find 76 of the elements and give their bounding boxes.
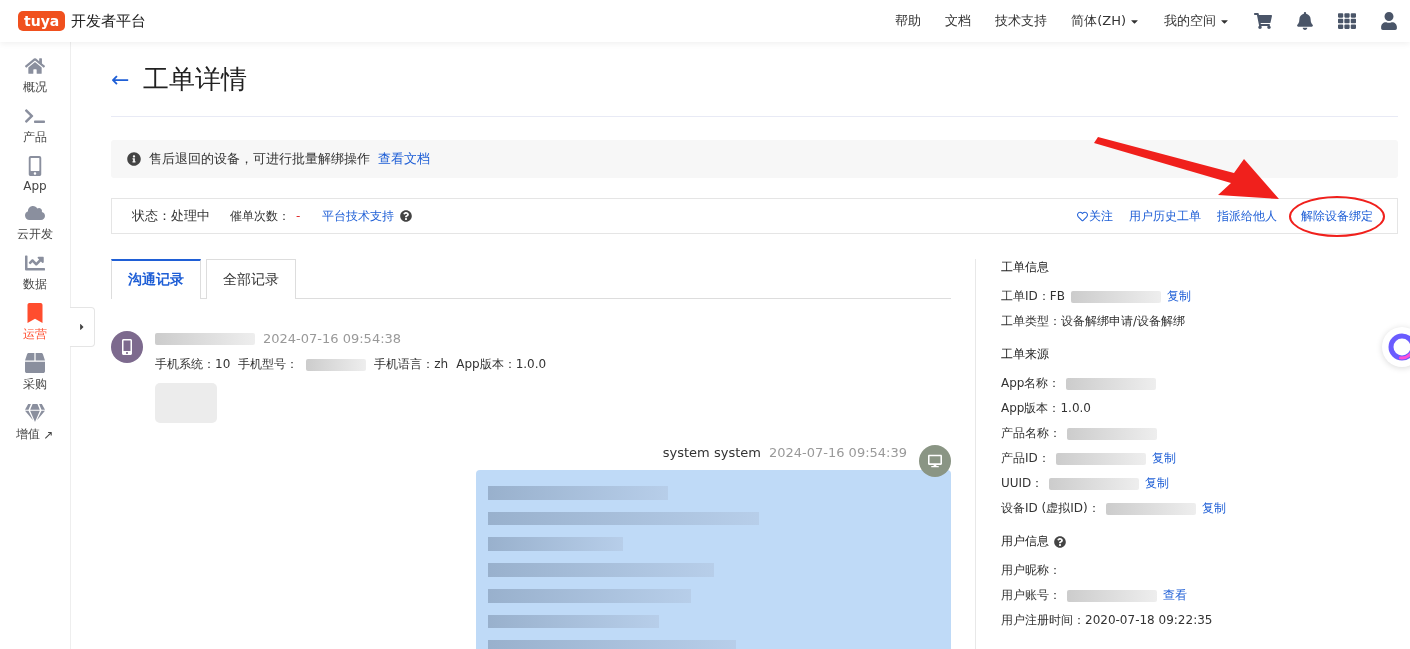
detail-field: 用户账号： — [1001, 587, 1061, 604]
sidebar-item[interactable]: 概况 — [5, 56, 65, 96]
device-info: 手机型号： — [238, 356, 299, 373]
tab[interactable]: 全部记录 — [206, 259, 296, 299]
detail-link[interactable]: 复制 — [1151, 450, 1176, 467]
action-link[interactable]: 指派给他人 — [1217, 207, 1277, 225]
sidebar-item[interactable]: 运营 — [5, 303, 65, 343]
detail-field: 用户昵称： — [1001, 562, 1061, 579]
phone-avatar-icon — [111, 331, 143, 363]
action-link[interactable]: 关注 — [1077, 207, 1113, 225]
sidebar-item[interactable]: 采购 — [5, 353, 65, 393]
status-text: 状态：处理中 — [132, 207, 210, 225]
section-title: 用户信息 — [1001, 533, 1049, 550]
sidebar-item[interactable]: 增值 ↗ — [5, 403, 65, 443]
action-link[interactable]: 解除设备绑定 — [1289, 195, 1385, 237]
sidebar-item[interactable]: 云开发 — [5, 203, 65, 243]
help-icon[interactable] — [1054, 535, 1066, 548]
device-info: 手机语言：zh — [374, 356, 449, 373]
help-icon[interactable] — [400, 210, 413, 222]
docs-link[interactable]: 查看文档 — [378, 150, 430, 168]
message-time: 2024-07-16 09:54:38 — [263, 331, 402, 346]
nav-link[interactable]: 文档 — [945, 12, 972, 30]
assistant-ball-icon[interactable] — [1382, 327, 1410, 367]
message-time: 2024-07-16 09:54:39 — [768, 445, 907, 460]
chart-icon — [25, 253, 45, 273]
logo[interactable]: tuya — [18, 11, 66, 31]
detail-link[interactable]: 复制 — [1201, 500, 1226, 517]
heart-icon — [1077, 210, 1088, 222]
detail-link[interactable]: 查看 — [1163, 587, 1187, 604]
sidebar-item[interactable]: 数据 — [5, 253, 65, 293]
redacted-value — [306, 358, 367, 371]
page-title: 工单详情 — [143, 62, 248, 96]
house-icon — [25, 56, 45, 76]
grid-icon[interactable] — [1338, 12, 1356, 30]
nav-link[interactable]: 帮助 — [895, 12, 922, 30]
detail-field: 工单ID：FB — [1001, 288, 1065, 305]
platform-title: 开发者平台 — [71, 11, 147, 31]
support-link[interactable]: 平台技术支持 — [322, 207, 395, 225]
detail-field: 用户注册时间：2020-07-18 09:22:35 — [1001, 612, 1213, 629]
external-mark: ↗ — [43, 427, 54, 442]
detail-field: UUID： — [1001, 475, 1044, 492]
sidebar-item[interactable]: 产品 — [5, 106, 65, 146]
detail-field: 产品ID： — [1001, 450, 1050, 467]
box-icon — [25, 353, 45, 373]
detail-field: App版本：1.0.0 — [1001, 400, 1091, 417]
detail-field: App名称： — [1001, 375, 1061, 392]
nav-link[interactable]: 技术支持 — [995, 12, 1048, 30]
gem-icon — [25, 403, 45, 423]
bookmark-icon — [25, 303, 45, 323]
urge-label: 催单次数： — [230, 207, 290, 225]
sidebar-item[interactable]: App — [5, 156, 65, 193]
bell-icon[interactable] — [1296, 12, 1314, 30]
section-title: 工单来源 — [1001, 346, 1049, 363]
detail-link[interactable]: 复制 — [1145, 475, 1170, 492]
section-title: 工单信息 — [1001, 259, 1049, 276]
cloud-icon — [25, 203, 45, 223]
terminal-icon — [25, 106, 45, 126]
back-arrow[interactable]: ← — [111, 66, 130, 92]
monitor-avatar-icon — [919, 445, 951, 477]
sender-name: system system — [662, 445, 761, 460]
nav-link[interactable]: 我的空间 — [1164, 12, 1230, 30]
detail-field: 设备ID (虚拟ID)： — [1001, 500, 1100, 517]
action-link[interactable]: 用户历史工单 — [1129, 207, 1201, 225]
user-icon[interactable] — [1380, 12, 1398, 30]
urge-count: - — [296, 209, 301, 223]
collapse-handle[interactable] — [70, 307, 95, 347]
info-icon — [127, 152, 141, 166]
detail-link[interactable]: 复制 — [1166, 288, 1191, 305]
cart-icon[interactable] — [1254, 12, 1272, 30]
device-info: App版本：1.0.0 — [456, 356, 547, 373]
nav-link[interactable]: 简体(ZH) — [1071, 12, 1140, 30]
detail-field: 工单类型：设备解绑申请/设备解绑 — [1001, 313, 1186, 330]
detail-field: 产品名称： — [1001, 425, 1061, 442]
device-info: 手机系统：10 — [155, 356, 231, 373]
tab[interactable]: 沟通记录 — [111, 259, 201, 299]
notice-text: 售后退回的设备，可进行批量解绑操作 — [149, 150, 370, 168]
